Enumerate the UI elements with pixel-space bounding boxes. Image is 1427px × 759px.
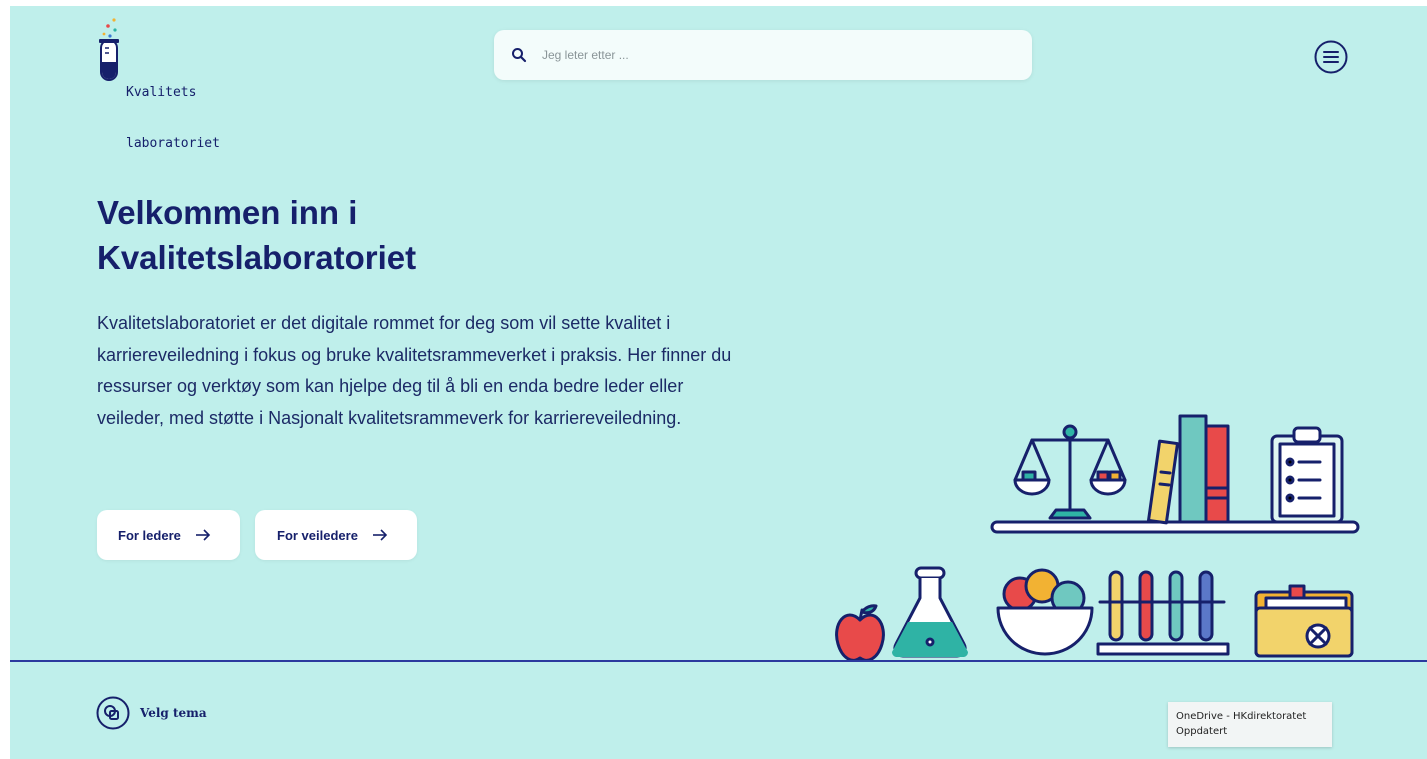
- logo-line-2: laboratoriet: [126, 136, 220, 151]
- notification-title: OneDrive - HKdirektoratet: [1176, 711, 1307, 722]
- clipboard-icon: [1270, 426, 1344, 524]
- intro-text: Kvalitetslaboratoriet er det digitale ro…: [97, 313, 732, 428]
- search-input[interactable]: [540, 39, 1004, 71]
- laboratory-illustration: [835, 414, 1360, 662]
- theme-selector[interactable]: Velg tema: [96, 696, 207, 730]
- folder-icon: [1254, 584, 1354, 658]
- for-ledere-button[interactable]: For ledere: [97, 510, 240, 560]
- page-title: Velkommen inn i Kvalitetslaboratoriet: [97, 190, 657, 280]
- for-veiledere-button[interactable]: For veiledere: [255, 510, 417, 560]
- theme-icon: [96, 696, 130, 730]
- onedrive-notification[interactable]: OneDrive - HKdirektoratet Oppdatert: [1168, 702, 1332, 747]
- scale-icon: [1013, 424, 1127, 520]
- floor-line: [10, 660, 1427, 662]
- books-icon: [1147, 414, 1230, 525]
- for-veiledere-label: For veiledere: [277, 527, 358, 543]
- search-icon: [512, 48, 527, 63]
- title-line-1: Velkommen inn i: [97, 194, 358, 231]
- for-ledere-label: For ledere: [118, 527, 181, 543]
- notification-status: Oppdatert: [1176, 726, 1228, 737]
- logo-text: Kvalitets laboratoriet: [126, 50, 220, 186]
- apple-icon: [835, 604, 885, 662]
- page: Kvalitets laboratoriet Velkommen inn i K…: [10, 6, 1427, 759]
- search-bar[interactable]: [494, 30, 1032, 80]
- title-line-2: Kvalitetslaboratoriet: [97, 239, 417, 276]
- bowl-icon: [996, 568, 1094, 656]
- flask-icon: [891, 566, 969, 658]
- arrow-right-icon: [195, 529, 210, 541]
- arrow-right-icon: [372, 529, 388, 541]
- test-tube-rack-icon: [1096, 570, 1230, 656]
- logo[interactable]: Kvalitets laboratoriet: [96, 16, 256, 151]
- test-tube-logo-icon: [99, 18, 119, 81]
- theme-label: Velg tema: [140, 706, 207, 720]
- logo-line-1: Kvalitets: [126, 85, 197, 100]
- hamburger-menu-icon[interactable]: [1314, 40, 1348, 74]
